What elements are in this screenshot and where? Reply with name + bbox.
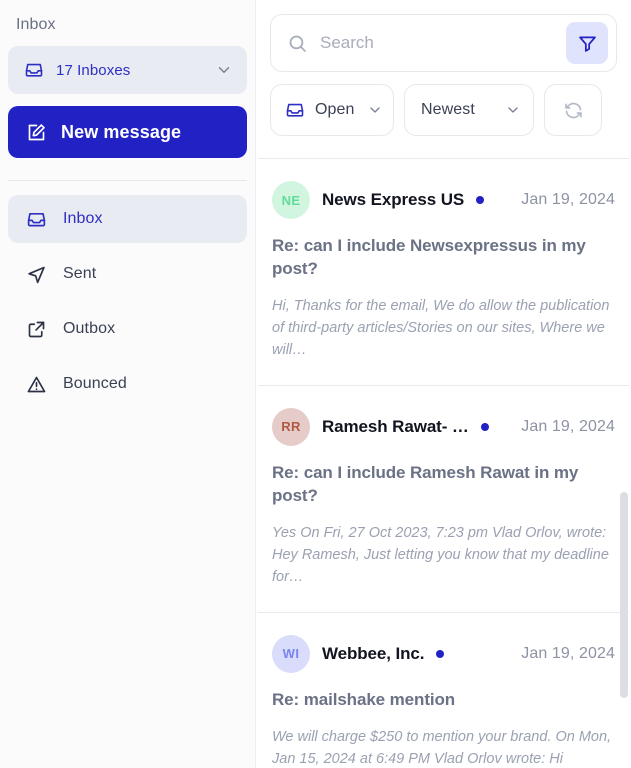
message-list-panel: Open Newest [256, 0, 631, 768]
inbox-icon [26, 209, 47, 230]
sidebar-item-inbox[interactable]: Inbox [8, 195, 247, 243]
message-preview: Hi, Thanks for the email, We do allow th… [272, 297, 610, 358]
sidebar-item-outbox[interactable]: Outbox [8, 305, 247, 353]
clipped-previous-message [256, 148, 631, 158]
page-title: Inbox [16, 16, 56, 33]
list-toolbar: Open Newest [256, 0, 631, 136]
message-date: Jan 19, 2024 [521, 644, 615, 662]
outbox-icon [26, 319, 47, 340]
message-subject: Re: mailshake mention [272, 689, 456, 709]
sender-name: Webbee, Inc. [322, 643, 425, 663]
list-item[interactable]: NE News Express US Jan 19, 2024 Re: can … [256, 159, 631, 385]
sidebar-item-label: Bounced [63, 375, 127, 392]
chevron-down-icon [505, 102, 521, 118]
sidebar-item-label: Sent [63, 265, 97, 282]
sidebar-item-label: Outbox [63, 320, 116, 337]
search-bar[interactable] [270, 14, 617, 72]
message-preview: We will charge $250 to mention your bran… [272, 728, 612, 767]
status-filter-label: Open [315, 101, 355, 118]
message-subject: Re: can I include Ramesh Rawat in my pos… [272, 462, 579, 505]
message-date: Jan 19, 2024 [521, 191, 615, 208]
search-icon [287, 33, 308, 54]
sidebar-item-bounced[interactable]: Bounced [8, 360, 247, 408]
inbox-icon [285, 100, 305, 120]
status-filter-dropdown[interactable]: Open [270, 84, 394, 136]
inbox-selector-dropdown[interactable]: 17 Inboxes [8, 46, 247, 94]
sort-filter-dropdown[interactable]: Newest [404, 84, 534, 136]
list-item[interactable]: RR Ramesh Rawat- … Jan 19, 2024 Re: can … [256, 386, 631, 612]
sender-name: Ramesh Rawat- … [322, 416, 469, 436]
refresh-icon [563, 100, 584, 121]
sidebar-item-sent[interactable]: Sent [8, 250, 247, 298]
sidebar: Inbox 17 Inboxes New message Inbox Sent … [0, 0, 256, 768]
unread-indicator-dot [436, 649, 445, 658]
compose-icon [26, 122, 47, 143]
message-subject: Re: can I include Newsexpressus in my po… [272, 236, 586, 278]
new-message-label: New message [61, 121, 182, 142]
email-client-app: Inbox 17 Inboxes New message Inbox Sent … [0, 0, 631, 768]
message-header: RR Ramesh Rawat- … Jan 19, 2024 [272, 407, 615, 446]
warning-icon [26, 374, 47, 395]
unread-indicator-dot [476, 196, 485, 204]
avatar: WI [272, 634, 310, 673]
refresh-button[interactable] [544, 84, 602, 136]
sort-filter-label: Newest [421, 101, 475, 118]
new-message-button[interactable]: New message [8, 106, 247, 158]
chevron-down-icon [215, 61, 233, 79]
scrollbar-thumb[interactable] [620, 492, 628, 698]
sender-name: News Express US [322, 190, 465, 209]
avatar: RR [272, 407, 310, 446]
filters-row: Open Newest [270, 84, 617, 136]
list-item[interactable]: WI Webbee, Inc. Jan 19, 2024 Re: mailsha… [256, 613, 631, 768]
message-date: Jan 19, 2024 [521, 417, 615, 435]
message-header: NE News Express US Jan 19, 2024 [272, 181, 615, 219]
chevron-down-icon [367, 102, 383, 118]
unread-indicator-dot [480, 422, 489, 431]
sidebar-item-label: Inbox [63, 210, 103, 227]
message-list[interactable]: NE News Express US Jan 19, 2024 Re: can … [256, 148, 631, 768]
inbox-icon [24, 60, 44, 80]
message-list-scrollbar[interactable] [620, 150, 628, 768]
avatar: NE [272, 181, 310, 219]
inbox-selector-label: 17 Inboxes [56, 61, 131, 79]
filter-funnel-icon [577, 33, 598, 54]
sidebar-divider [8, 180, 247, 181]
send-icon [26, 264, 47, 285]
message-preview: Yes On Fri, 27 Oct 2023, 7:23 pm Vlad Or… [272, 524, 609, 585]
filter-button[interactable] [566, 22, 608, 64]
search-input[interactable] [320, 33, 554, 53]
message-header: WI Webbee, Inc. Jan 19, 2024 [272, 634, 615, 673]
